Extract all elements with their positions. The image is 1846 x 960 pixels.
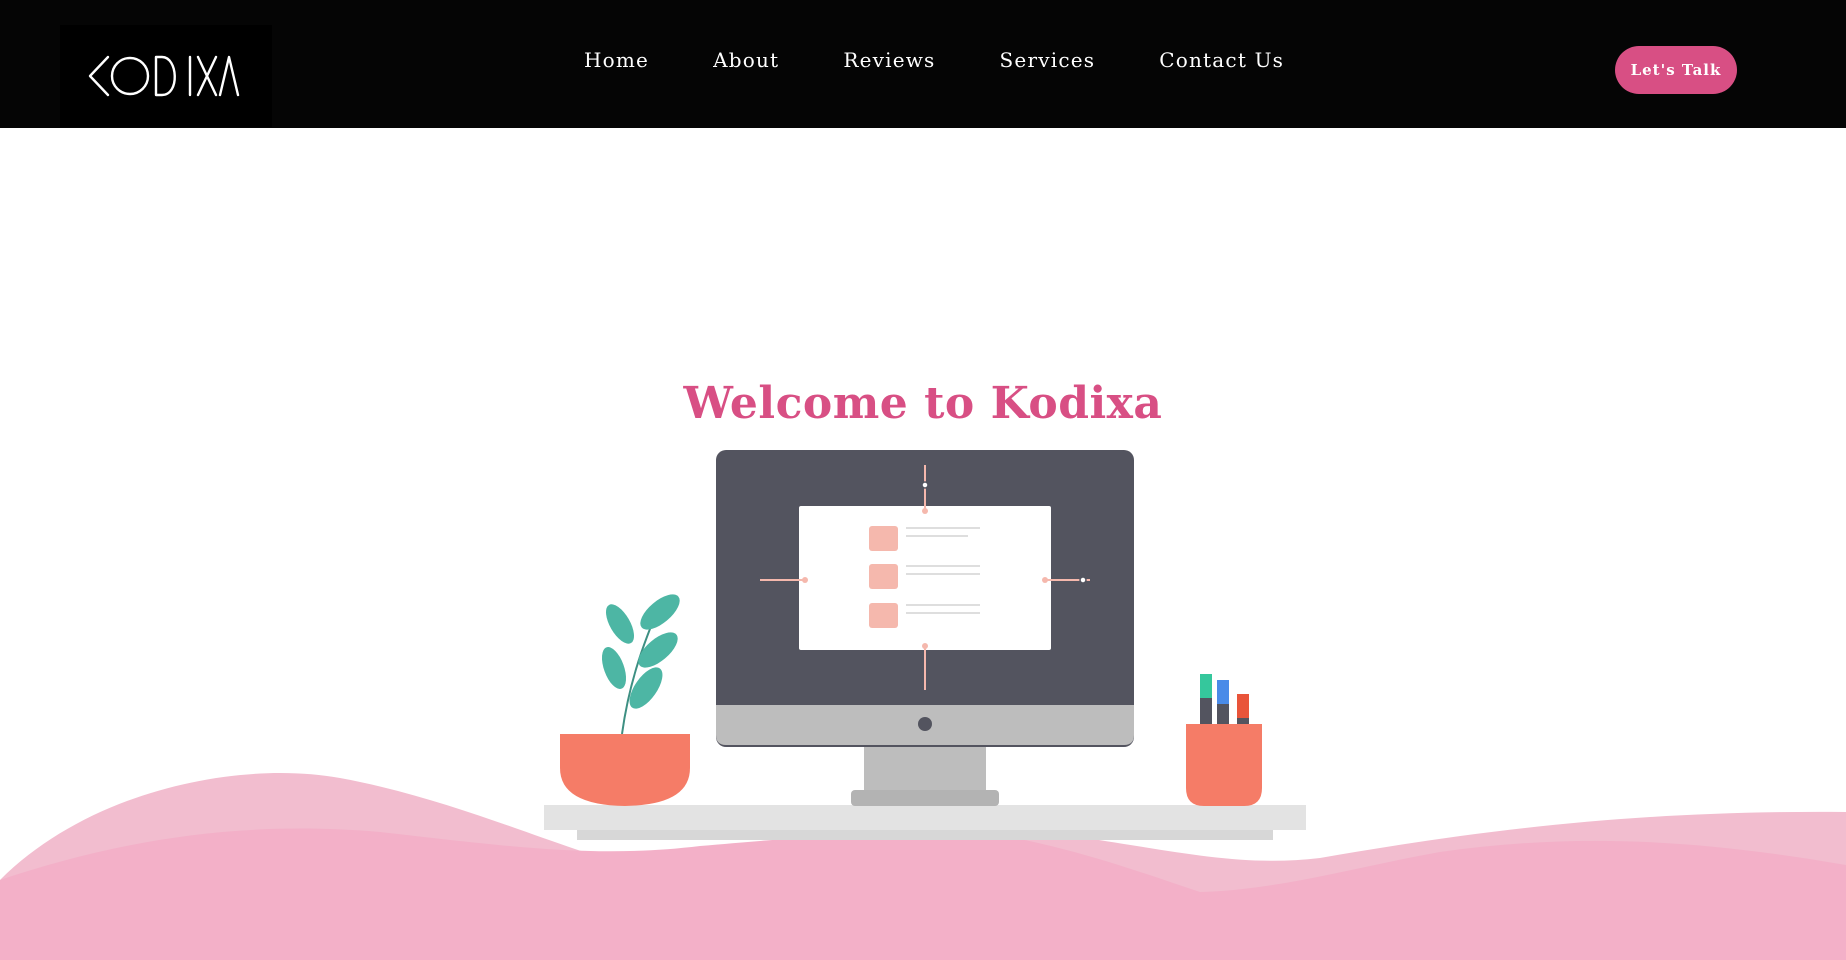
background-wave xyxy=(0,828,1846,960)
pens xyxy=(1200,674,1249,724)
pen-cup xyxy=(1186,724,1262,806)
desk-top xyxy=(544,805,1306,830)
desk-edge xyxy=(577,830,1273,840)
monitor-base xyxy=(851,790,999,806)
plant-leaves xyxy=(601,594,680,735)
monitor-camera-dot xyxy=(918,717,932,731)
monitor-stand xyxy=(864,744,986,794)
plant-pot xyxy=(560,734,690,806)
hero-illustration xyxy=(0,450,1846,960)
